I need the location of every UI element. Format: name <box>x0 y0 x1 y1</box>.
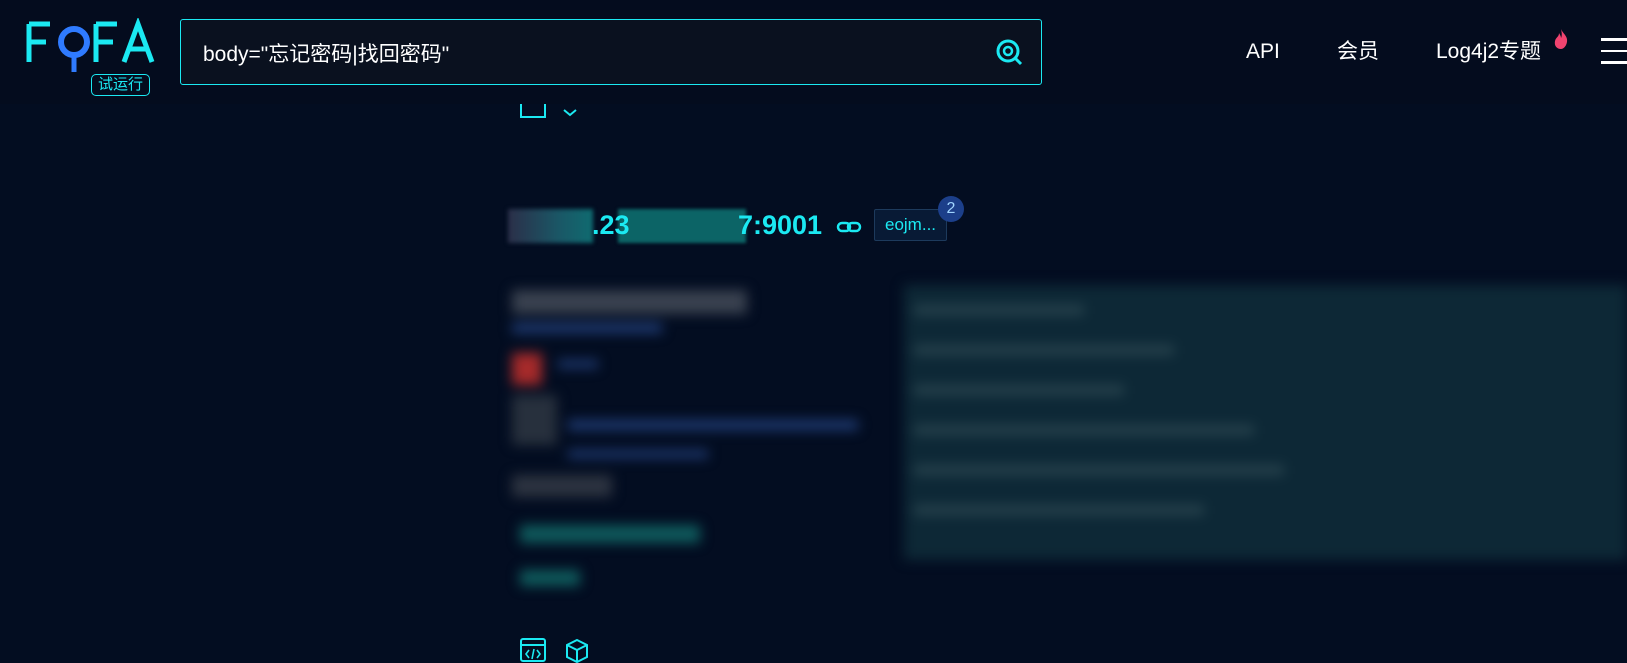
search-icon[interactable] <box>995 38 1023 66</box>
link-icon[interactable] <box>836 220 862 234</box>
nav-log4j[interactable]: Log4j2专题 <box>1436 38 1541 66</box>
blurred-detail-panel <box>904 285 1627 560</box>
result-tag[interactable]: eojm... <box>874 209 948 241</box>
menu-bar <box>1601 49 1627 52</box>
nav-member[interactable]: 会员 <box>1337 38 1379 66</box>
redacted-block <box>618 209 746 243</box>
trial-badge: 试运行 <box>91 74 151 96</box>
tag-count-badge: 2 <box>938 196 964 222</box>
prev-result-icons <box>520 104 577 118</box>
search-box[interactable] <box>180 19 1042 85</box>
fire-icon <box>1554 29 1568 49</box>
menu-icon[interactable] <box>1601 38 1627 66</box>
fofa-logo[interactable]: 试运行 <box>26 18 160 96</box>
menu-bar <box>1601 38 1627 41</box>
host-text-part[interactable]: 7:9001 <box>738 210 822 241</box>
result-action-icons[interactable] <box>520 638 590 663</box>
host-text-part[interactable]: .23 <box>592 210 630 241</box>
redacted-block <box>508 209 593 243</box>
menu-bar <box>1601 61 1627 64</box>
search-input[interactable] <box>201 20 985 85</box>
top-header: 试运行 API 会员 Log4j2专题 <box>0 0 1627 104</box>
logo-mark <box>26 18 155 72</box>
nav-api[interactable]: API <box>1246 38 1280 66</box>
blurred-info-panel <box>512 290 858 586</box>
